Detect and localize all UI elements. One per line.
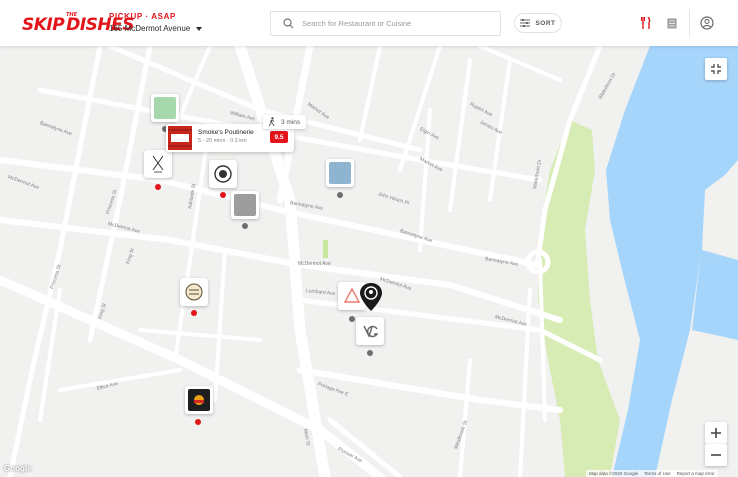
current-location-marker[interactable] <box>359 282 383 317</box>
popup-delivery-meta: 5 - 20 mins · 0.3 km <box>198 138 247 144</box>
pin-location-dot <box>155 184 161 190</box>
address-text: 165 McDermot Avenue <box>109 24 191 33</box>
popup-restaurant-name: Smoke's Poutinerie <box>198 129 254 136</box>
pin-location-dot <box>349 316 355 322</box>
top-header: SKIP THE DISHES PICKUP · ASAP 165 McDerm… <box>0 0 738 46</box>
zoom-out-button[interactable] <box>705 444 727 466</box>
restaurant-logo <box>329 162 351 184</box>
restaurant-pin[interactable] <box>144 150 172 178</box>
terms-of-use-link[interactable]: Terms of Use <box>644 471 671 476</box>
map-canvas <box>0 46 738 477</box>
minus-icon <box>711 454 721 456</box>
pin-location-dot <box>195 419 201 425</box>
walk-time-tag: 3 mins <box>263 115 307 129</box>
search-placeholder: Search for Restaurant or Cuisine <box>302 19 412 28</box>
restaurants-icon[interactable] <box>637 14 655 32</box>
walking-person-icon <box>268 117 275 127</box>
crossed-utensils-icon <box>152 155 164 173</box>
logo-skip-text: SKIP <box>22 15 65 35</box>
sort-label: SORT <box>535 19 556 27</box>
account-icon[interactable] <box>698 14 716 32</box>
restaurant-logo <box>185 283 203 301</box>
restaurant-logo <box>154 97 176 119</box>
restaurant-pin[interactable] <box>356 317 384 345</box>
restaurant-logo <box>188 389 210 411</box>
map-attribution: Map data ©2020 Google Terms of Use Repor… <box>586 470 718 477</box>
map-data-text: Map data ©2020 Google <box>589 471 639 476</box>
fullscreen-button[interactable] <box>705 58 727 80</box>
logo-the-text: THE <box>66 12 78 18</box>
restaurant-logo <box>234 194 256 216</box>
street-label: McDermot Ave <box>298 261 331 267</box>
rating-badge: 9.5 <box>270 131 288 143</box>
location-pin-icon <box>360 283 382 311</box>
pin-location-dot <box>191 310 197 316</box>
search-bar[interactable]: Search for Restaurant or Cuisine <box>270 11 501 36</box>
address-selector[interactable]: 165 McDermot Avenue <box>109 24 203 33</box>
plus-icon <box>711 428 721 438</box>
pin-location-dot <box>337 192 343 198</box>
header-divider <box>689 9 690 37</box>
search-icon <box>276 12 300 36</box>
restaurant-pin[interactable] <box>151 94 179 122</box>
restaurant-logo <box>363 325 379 338</box>
restaurant-logo <box>214 165 232 183</box>
sliders-icon <box>520 19 531 27</box>
restaurant-pin[interactable] <box>180 278 208 306</box>
pin-location-dot <box>367 350 373 356</box>
google-logo[interactable]: Google <box>4 464 32 473</box>
restaurant-pin[interactable] <box>326 159 354 187</box>
popup-restaurant-logo <box>168 126 192 150</box>
pin-location-dot <box>242 223 248 229</box>
caret-down-icon <box>196 26 203 31</box>
restaurant-pin[interactable] <box>231 191 259 219</box>
restaurant-pin[interactable] <box>185 386 213 414</box>
walk-time-text: 3 mins <box>281 118 301 126</box>
orders-receipt-icon[interactable] <box>663 14 681 32</box>
map-view[interactable]: William Ave Market Ave Elgin Ave James A… <box>0 46 738 477</box>
report-map-error-link[interactable]: Report a map error <box>677 471 715 476</box>
zoom-in-button[interactable] <box>705 422 727 444</box>
sort-button[interactable]: SORT <box>514 13 562 33</box>
pin-location-dot <box>220 192 226 198</box>
restaurant-pin[interactable] <box>209 160 237 188</box>
order-mode-label[interactable]: PICKUP · ASAP <box>109 12 176 21</box>
exit-fullscreen-icon <box>711 64 721 74</box>
